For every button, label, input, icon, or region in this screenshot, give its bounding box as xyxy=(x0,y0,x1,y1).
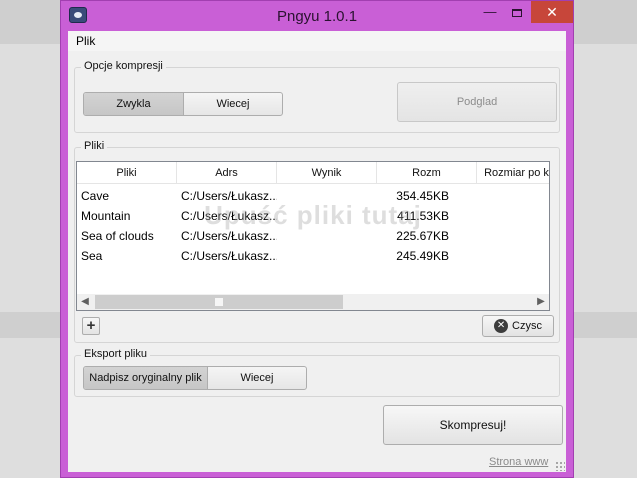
compression-group: Opcje kompresji Zwykla Wiecej Podglad xyxy=(74,60,560,133)
add-file-button[interactable]: + xyxy=(82,317,100,335)
file-size-cell: 411.53KB xyxy=(397,209,449,223)
file-result-cell xyxy=(281,226,375,246)
file-path-cell: C:/Users/Łukasz... xyxy=(181,189,277,203)
export-mode-toggle: Nadpisz oryginalny plik Wiecej xyxy=(83,366,307,390)
scrollbar-grip xyxy=(215,298,223,306)
file-size-cell: 354.45KB xyxy=(396,189,449,203)
menu-plik[interactable]: Plik xyxy=(76,34,95,48)
scroll-right-icon[interactable]: ▶ xyxy=(533,294,549,310)
file-path-cell: C:/Users/Łukasz... xyxy=(181,209,277,223)
compression-group-label: Opcje kompresji xyxy=(81,60,166,72)
clear-button[interactable]: ✕ Czysc xyxy=(482,315,554,337)
pngyu-window: Pngyu 1.0.1 — ✕ Plik Opcje kompresji Zwy… xyxy=(60,0,574,478)
close-button[interactable]: ✕ xyxy=(531,1,573,23)
table-header: Pliki Adrs Wynik Rozm Rozmiar po k xyxy=(77,162,549,184)
maximize-icon xyxy=(512,8,522,17)
files-group-label: Pliki xyxy=(81,140,108,152)
mode-simple-button[interactable]: Zwykla xyxy=(84,93,184,115)
file-size-cell: 245.49KB xyxy=(396,249,449,263)
mode-more-button[interactable]: Wiecej xyxy=(184,93,282,115)
export-group-label: Eksport pliku xyxy=(81,348,150,360)
menu-bar: Plik xyxy=(68,31,566,51)
column-header-rozm[interactable]: Rozm xyxy=(377,162,477,183)
minimize-button[interactable]: — xyxy=(477,1,503,23)
column-header-wynik[interactable]: Wynik xyxy=(277,162,377,183)
export-more-button[interactable]: Wiecej xyxy=(208,367,306,389)
file-path-cell: C:/Users/Łukasz... xyxy=(181,249,277,263)
file-path-cell: C:/Users/Łukasz... xyxy=(181,229,277,243)
file-name-cell: Sea of clouds xyxy=(81,229,154,243)
file-name-cell: Mountain xyxy=(81,209,131,223)
column-header-adrs[interactable]: Adrs xyxy=(177,162,277,183)
table-row[interactable]: Cave C:/Users/Łukasz... 354.45KB xyxy=(77,186,549,206)
column-header-rozmiar-po[interactable]: Rozmiar po k xyxy=(477,162,549,183)
title-bar[interactable]: Pngyu 1.0.1 — ✕ xyxy=(61,1,573,31)
files-table[interactable]: Pliki Adrs Wynik Rozm Rozmiar po k Cave … xyxy=(76,161,550,311)
compression-mode-toggle: Zwykla Wiecej xyxy=(83,92,283,116)
export-group: Eksport pliku Nadpisz oryginalny plik Wi… xyxy=(74,348,560,397)
scroll-left-icon[interactable]: ◀ xyxy=(77,294,93,310)
clear-icon: ✕ xyxy=(494,319,509,333)
file-result-cell xyxy=(281,206,375,226)
preview-button[interactable]: Podglad xyxy=(397,82,557,122)
website-link[interactable]: Strona www xyxy=(489,456,548,468)
column-header-pliki[interactable]: Pliki xyxy=(77,162,177,183)
scrollbar-thumb[interactable] xyxy=(95,295,343,309)
table-row[interactable]: Sea of clouds C:/Users/Łukasz... 225.67K… xyxy=(77,226,549,246)
resize-grip[interactable] xyxy=(555,461,565,471)
table-row[interactable]: Sea C:/Users/Łukasz... 245.49KB xyxy=(77,246,549,266)
maximize-button[interactable] xyxy=(504,1,530,23)
file-name-cell: Sea xyxy=(81,249,103,263)
clear-button-label: Czysc xyxy=(512,320,542,332)
compress-button[interactable]: Skompresuj! xyxy=(383,405,563,445)
file-size-cell: 225.67KB xyxy=(396,229,449,243)
client-area: Plik Opcje kompresji Zwykla Wiecej Podgl… xyxy=(68,31,566,472)
overwrite-original-button[interactable]: Nadpisz oryginalny plik xyxy=(84,367,208,389)
file-name-cell: Cave xyxy=(81,189,110,203)
horizontal-scrollbar[interactable]: ◀ ▶ xyxy=(77,294,549,310)
table-row[interactable]: Mountain C:/Users/Łukasz... 411.53KB xyxy=(77,206,549,226)
file-result-cell xyxy=(281,186,375,206)
file-result-cell xyxy=(281,246,375,266)
